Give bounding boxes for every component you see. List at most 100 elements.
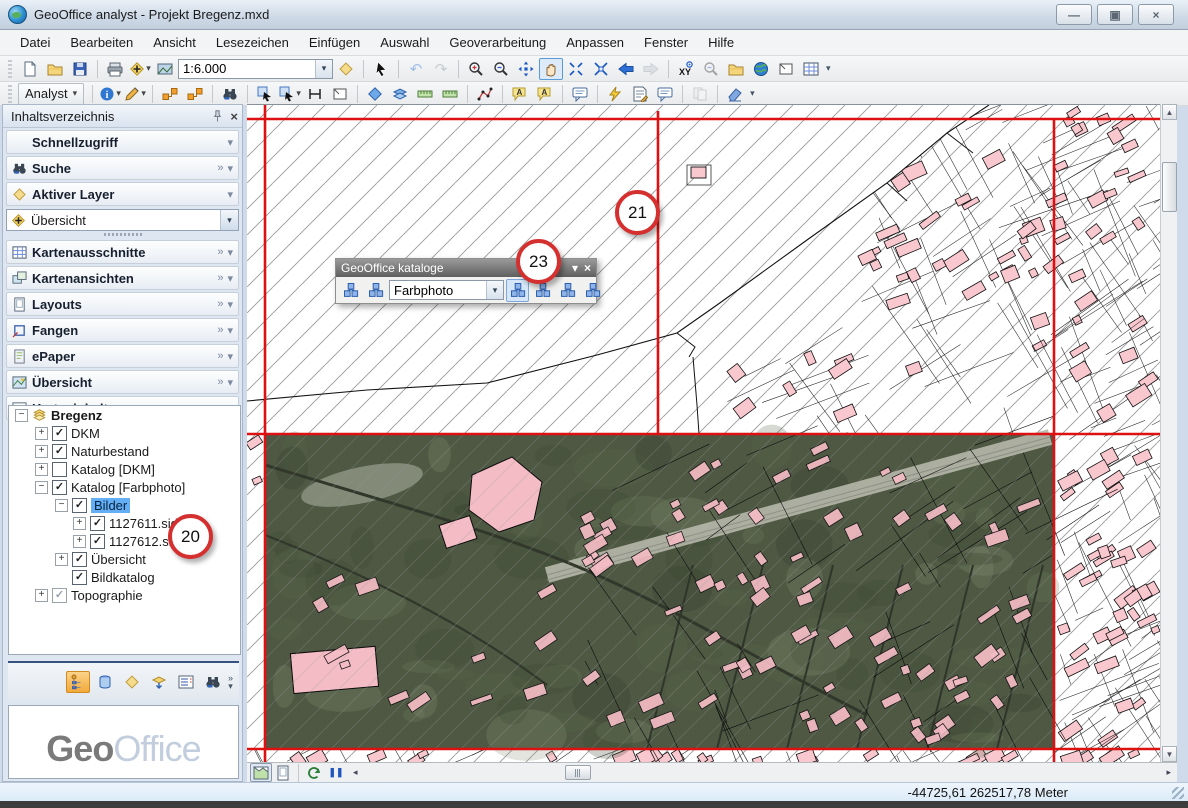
checkbox-checked[interactable]: ✓ [52, 444, 67, 459]
checkbox-checked[interactable]: ✓ [52, 480, 67, 495]
sidebar-section-kartenansichten[interactable]: Kartenansichten »▾ [6, 266, 239, 290]
sidebar-section-layouts[interactable]: Layouts »▾ [6, 292, 239, 316]
select-by-location-button[interactable]: ▾ [278, 83, 302, 105]
menu-lesezeichen[interactable]: Lesezeichen [206, 32, 299, 53]
catalog-remove-button[interactable] [581, 279, 604, 302]
scroll-down-button[interactable]: ▼ [1162, 746, 1177, 762]
sidebar-section-kartenausschnitte[interactable]: Kartenausschnitte »▾ [6, 240, 239, 264]
fixed-zoom-out-button[interactable] [589, 58, 613, 80]
menu-datei[interactable]: Datei [10, 32, 60, 53]
tree-item-bregenz[interactable]: − Bregenz [9, 406, 240, 424]
analyst-overflow-button[interactable]: ▾ [750, 88, 755, 99]
menu-einfuegen[interactable]: Einfügen [299, 32, 370, 53]
checkbox-checked[interactable]: ✓ [72, 552, 87, 567]
visibility-view-button[interactable] [120, 671, 144, 693]
label-manager-button[interactable] [533, 83, 557, 105]
measure-area-button[interactable] [438, 83, 462, 105]
expand-icon[interactable]: + [73, 517, 86, 530]
sketch-button[interactable] [328, 83, 352, 105]
horizontal-scrollbar[interactable] [364, 764, 1161, 781]
tree-item-dkm[interactable]: + ✓ DKM [9, 424, 240, 442]
copy-button[interactable] [688, 83, 712, 105]
scale-combobox[interactable]: ▾ [178, 59, 333, 79]
refresh-button[interactable] [303, 763, 325, 782]
tree-item-topographie[interactable]: + ✓ Topographie [9, 586, 240, 604]
edit-vertices-button[interactable] [473, 83, 497, 105]
layers-button[interactable] [388, 83, 412, 105]
checkbox-checked[interactable]: ✓ [90, 516, 105, 531]
checkbox-checked-gray[interactable]: ✓ [52, 588, 67, 603]
map-canvas[interactable] [247, 104, 1160, 762]
restore-button[interactable]: ▣ [1097, 4, 1133, 25]
scroll-left-button[interactable]: ◂ [347, 767, 364, 778]
toc-close-icon[interactable]: × [230, 109, 238, 124]
zoom-out-button[interactable] [489, 58, 513, 80]
minimize-button[interactable]: — [1056, 4, 1092, 25]
next-extent-button[interactable] [639, 58, 663, 80]
active-layer-combobox[interactable]: Übersicht ▾ [6, 209, 239, 231]
print-button[interactable] [103, 58, 127, 80]
scale-input[interactable] [179, 61, 315, 76]
sidebar-section-uebersicht[interactable]: Übersicht »▾ [6, 370, 239, 394]
label-button[interactable] [508, 83, 532, 105]
checkbox-unchecked[interactable] [52, 462, 67, 477]
vertical-scroll-thumb[interactable] [1162, 162, 1177, 212]
tree-item-bilder[interactable]: − ✓ Bilder [9, 496, 240, 514]
catalog-load-button[interactable] [556, 279, 579, 302]
search-view-button[interactable] [201, 671, 225, 693]
zoom-in-button[interactable] [464, 58, 488, 80]
menu-ansicht[interactable]: Ansicht [143, 32, 206, 53]
previous-extent-button[interactable] [614, 58, 638, 80]
3d-view-button[interactable] [363, 83, 387, 105]
measure-button[interactable] [303, 83, 327, 105]
title-bar[interactable]: GeoOffice analyst - Projekt Bregenz.mxd … [0, 0, 1188, 30]
add-data-button[interactable]: ▾ [128, 58, 152, 80]
magnifier-window-button[interactable] [699, 58, 723, 80]
catalog-show-extent-button[interactable] [506, 279, 529, 302]
expand-icon[interactable]: + [35, 589, 48, 602]
save-button[interactable] [68, 58, 92, 80]
menu-hilfe[interactable]: Hilfe [698, 32, 744, 53]
toc-toolbar-overflow[interactable]: »▾ [228, 674, 233, 690]
open-document-button[interactable] [43, 58, 67, 80]
tree-item-bildkatalog[interactable]: ✓ Bildkatalog [9, 568, 240, 586]
fixed-zoom-in-button[interactable] [564, 58, 588, 80]
quick-task-button[interactable] [603, 83, 627, 105]
analyst-menu-button[interactable]: Analyst▾ [18, 83, 84, 105]
sidebar-section-schnellzugriff[interactable]: Schnellzugriff ▾ [6, 130, 239, 154]
section-drag-handle[interactable] [3, 231, 242, 238]
catalog-new-button[interactable] [339, 279, 362, 302]
menu-bearbeiten[interactable]: Bearbeiten [60, 32, 143, 53]
globe-button[interactable] [749, 58, 773, 80]
catalog-combobox[interactable]: ▾ [389, 280, 504, 300]
sidebar-section-suche[interactable]: Suche »▾ [6, 156, 239, 180]
checkbox-checked[interactable]: ✓ [52, 426, 67, 441]
go-to-xy-button[interactable] [674, 58, 698, 80]
tree-item-naturbestand[interactable]: + ✓ Naturbestand [9, 442, 240, 460]
connect-tool-2-button[interactable] [183, 83, 207, 105]
selection-view-button[interactable] [147, 671, 171, 693]
toolbar-overflow-button[interactable]: ▾ [826, 63, 831, 74]
active-layer-diamond-icon[interactable] [334, 58, 358, 80]
menu-geoverarbeitung[interactable]: Geoverarbeitung [439, 32, 556, 53]
menu-auswahl[interactable]: Auswahl [370, 32, 439, 53]
pause-drawing-button[interactable]: ❚❚ [325, 763, 347, 782]
vertical-scrollbar[interactable]: ▲ ▼ [1160, 104, 1177, 762]
table-tool-button[interactable] [799, 58, 823, 80]
menu-fenster[interactable]: Fenster [634, 32, 698, 53]
pan-tool-button[interactable] [539, 58, 563, 80]
collapse-icon[interactable]: − [35, 481, 48, 494]
display-order-view-button[interactable] [66, 671, 90, 693]
redo-button[interactable]: ↷ [429, 58, 453, 80]
toolbar-grip2[interactable] [8, 85, 12, 103]
scroll-up-button[interactable]: ▲ [1162, 104, 1177, 120]
collapse-icon[interactable]: − [15, 409, 28, 422]
expand-icon[interactable]: + [35, 445, 48, 458]
checkbox-checked[interactable]: ✓ [90, 534, 105, 549]
tree-item-katalog-farbphoto[interactable]: − ✓ Katalog [Farbphoto] [9, 478, 240, 496]
toolbar-grip[interactable] [8, 60, 12, 78]
undo-button[interactable]: ↶ [404, 58, 428, 80]
viewer-window-button[interactable] [774, 58, 798, 80]
annotation-button[interactable] [568, 83, 592, 105]
horizontal-scroll-thumb[interactable] [565, 765, 591, 780]
